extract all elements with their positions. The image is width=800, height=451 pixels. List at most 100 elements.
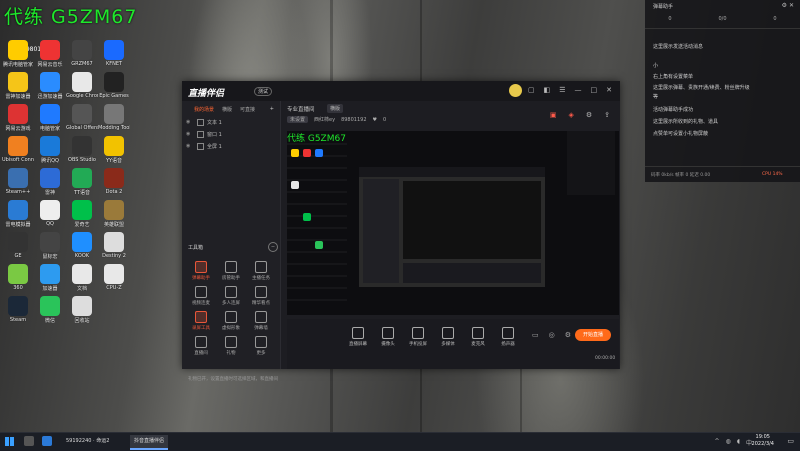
taskbar-item-live-companion[interactable]: 抖音直播伴侣 (130, 435, 169, 450)
scene-item[interactable]: ◉ 全屏 1 (186, 140, 280, 152)
windows-start-icon[interactable] (5, 437, 14, 446)
settings-icon[interactable]: ⚙ (586, 111, 592, 119)
lottery-icon[interactable]: ◈ (568, 111, 573, 119)
desktop-icon[interactable]: 爱奇艺 (66, 200, 98, 232)
tool-item[interactable]: 录屏工具 (186, 311, 216, 336)
network-icon[interactable]: ◍ (726, 438, 731, 447)
tab-landscape[interactable]: 横版 (222, 106, 232, 113)
view-icon[interactable]: ◎ (549, 331, 555, 339)
desktop-icon[interactable]: 微信 (34, 296, 66, 328)
notification-icon[interactable]: ▭ (787, 437, 794, 445)
desktop-icon[interactable]: 电脑管家 (34, 104, 66, 136)
tool-item[interactable]: 虚拟形象 (216, 311, 246, 336)
desktop-icon[interactable]: Ubisoft Connect (2, 136, 34, 168)
tool-item[interactable]: 更多 (246, 336, 276, 361)
search-icon[interactable] (24, 436, 34, 446)
lock-icon[interactable] (197, 118, 204, 126)
chevron-up-icon[interactable]: ^ (715, 438, 720, 447)
status-chip[interactable]: 未设置 (287, 116, 309, 123)
eye-icon[interactable]: ◉ (186, 131, 194, 137)
desktop-icon[interactable]: Steam++ (2, 168, 34, 200)
source-button[interactable]: 直播屏幕 (347, 327, 369, 347)
eye-icon[interactable]: ◉ (186, 143, 194, 149)
desktop-icon[interactable]: 网易云音乐 (34, 40, 66, 72)
taskbar-item-game[interactable]: 59192240 · 命运2 (62, 435, 113, 448)
tool-label: 直播间 (194, 351, 208, 356)
source-button[interactable]: 摄像头 (377, 327, 399, 347)
desktop-icon[interactable]: 360 (2, 264, 34, 296)
close-icon[interactable]: ✕ (606, 86, 612, 94)
desktop-icon[interactable]: Global Offensive (66, 104, 98, 136)
tool-item[interactable]: 弹幕墙 (246, 311, 276, 336)
scene-item[interactable]: ◉ 窗口 1 (186, 128, 280, 140)
edge-icon[interactable] (42, 436, 52, 446)
desktop-icon[interactable]: 回收站 (66, 296, 98, 328)
desktop-icon[interactable]: 鼠标宏 (34, 232, 66, 264)
panel-controls[interactable]: ⚙ ✕ (782, 2, 794, 9)
lock-icon[interactable] (197, 130, 204, 138)
desktop-icon[interactable]: Google Chrome (66, 72, 98, 104)
desktop-icon[interactable]: Epic Games (98, 72, 130, 104)
scene-item[interactable]: ◉ 文本 1 (186, 116, 280, 128)
gift-icon[interactable]: ▣ (550, 111, 557, 119)
menu-icon[interactable]: ☰ (559, 86, 565, 94)
desktop-icon[interactable]: TT语音 (66, 168, 98, 200)
tool-item[interactable]: 直播间 (186, 336, 216, 361)
desktop-icon[interactable]: KOOK (66, 232, 98, 264)
tab-direct[interactable]: 可直接 (240, 106, 255, 113)
minimize-icon[interactable]: — (575, 86, 582, 94)
stream-preview[interactable]: 代练 G5ZM67 (287, 131, 619, 315)
lock-icon[interactable] (197, 142, 204, 150)
tool-item[interactable]: 多人连屏 (216, 286, 246, 311)
eye-icon[interactable]: ◉ (186, 119, 194, 125)
desktop-icon[interactable]: Destiny 2 (98, 232, 130, 264)
clock[interactable]: 19:05 2022/3/4 (752, 434, 774, 448)
tool-item[interactable]: 精华看点 (246, 286, 276, 311)
add-scene-icon[interactable]: + (270, 106, 274, 113)
share-icon[interactable]: ⇪ (604, 111, 610, 119)
desktop-icon-label: Modding Tools (98, 125, 130, 131)
source-button[interactable]: 扬声器 (497, 327, 519, 347)
skin-icon[interactable]: ◧ (544, 86, 551, 94)
source-button[interactable]: 麦克风 (467, 327, 489, 347)
desktop-icon[interactable]: 加速器 (34, 264, 66, 296)
desktop-icon[interactable]: Steam (2, 296, 34, 328)
desktop-icon[interactable]: GRZM67 (66, 40, 98, 72)
tool-item[interactable]: 礼物 (216, 336, 246, 361)
collapse-icon[interactable]: − (268, 242, 278, 252)
volume-icon[interactable]: ◖ (737, 438, 740, 447)
desktop-icon[interactable]: 文档 (66, 264, 98, 296)
desktop-icon[interactable]: Dota 2 (98, 168, 130, 200)
maximize-icon[interactable]: □ (591, 86, 598, 94)
desktop-icon[interactable]: 腾讯电脑管家 (2, 40, 34, 72)
desktop-icon[interactable]: 迅游加速器 (34, 72, 66, 104)
tool-item[interactable]: 视频连麦 (186, 286, 216, 311)
source-button[interactable]: 手机投屏 (407, 327, 429, 347)
desktop-icon[interactable]: 雷神 (34, 168, 66, 200)
tool-item[interactable]: 主播任务 (246, 261, 276, 286)
desktop-icon[interactable]: 网易云游戏 (2, 104, 34, 136)
desktop-icon[interactable]: QQ (34, 200, 66, 232)
start-live-button[interactable]: 开始直播 (575, 329, 611, 341)
tool-item[interactable]: 房管助手 (216, 261, 246, 286)
desktop-icon[interactable]: GE (2, 232, 34, 264)
desktop-icon[interactable]: CPU-Z (98, 264, 130, 296)
camera-icon[interactable]: ▭ (532, 331, 539, 339)
source-button[interactable]: 多媒体 (437, 327, 459, 347)
desktop-icon[interactable]: OBS Studio (66, 136, 98, 168)
desktop-icon[interactable]: KFNET (98, 40, 130, 72)
desktop-icon[interactable]: YY语音 (98, 136, 130, 168)
desktop-icon[interactable]: 雷电模拟器 (2, 200, 34, 232)
desktop-icon[interactable]: 雷神加速器 (2, 72, 34, 104)
tool-item[interactable]: 弹幕助手 (186, 261, 216, 286)
user-avatar[interactable] (509, 84, 522, 97)
desktop-icon[interactable]: 英雄联盟 (98, 200, 130, 232)
settings-icon[interactable]: ⚙ (565, 331, 571, 339)
desktop-icon[interactable]: 腾讯QQ (34, 136, 66, 168)
desktop-icon[interactable]: Modding Tools (98, 104, 130, 136)
message-icon[interactable]: ▢ (528, 86, 535, 94)
stream-tag[interactable]: 横版 (327, 104, 344, 113)
tab-my-scenes[interactable]: 我的场景 (194, 106, 214, 113)
desktop-icon-label: OBS Studio (68, 157, 96, 163)
desktop-icon[interactable] (98, 296, 130, 328)
